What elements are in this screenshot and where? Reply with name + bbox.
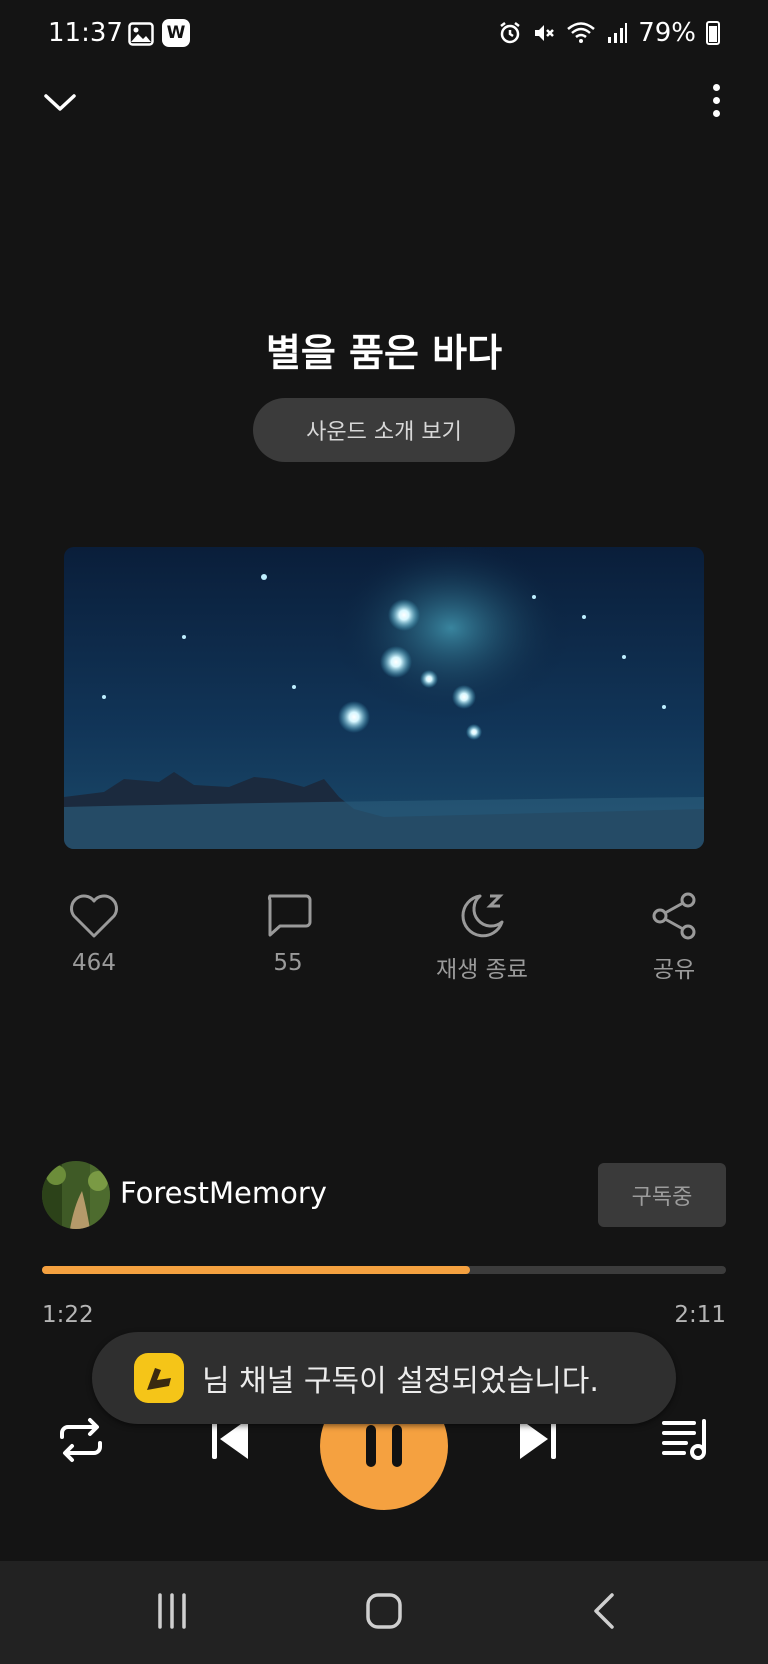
recent-apps-icon[interactable] <box>152 1591 192 1631</box>
repeat-icon[interactable] <box>56 1415 106 1465</box>
system-nav-bar <box>0 1561 768 1664</box>
like-count: 464 <box>72 950 116 976</box>
sleep-timer-label: 재생 종료 <box>436 957 528 983</box>
playlist-icon[interactable] <box>660 1415 712 1463</box>
mute-icon <box>535 25 555 41</box>
like-action[interactable]: 464 <box>24 892 164 976</box>
sleep-timer-icon <box>461 894 504 938</box>
channel-name[interactable]: ForestMemory <box>120 1176 327 1210</box>
sound-intro-button[interactable]: 사운드 소개 보기 <box>253 398 515 462</box>
sleep-timer-action[interactable]: 재생 종료 <box>412 892 552 984</box>
back-icon[interactable] <box>584 1591 624 1631</box>
comment-count: 55 <box>273 950 303 976</box>
sound-title: 별을 품은 바다 <box>265 331 503 375</box>
signal-icon <box>608 23 628 43</box>
app-logo-icon <box>134 1353 184 1403</box>
more-options-icon[interactable] <box>704 84 728 124</box>
progress-fill <box>42 1266 471 1274</box>
current-time: 1:22 <box>42 1302 94 1328</box>
toast-text: 님 채널 구독이 설정되었습니다. <box>202 1364 599 1399</box>
cover-image <box>64 547 704 849</box>
alarm-icon <box>500 22 520 44</box>
channel-avatar[interactable] <box>42 1161 110 1229</box>
status-left-icons: W <box>128 19 190 47</box>
share-icon <box>652 892 696 940</box>
heart-icon <box>70 894 118 938</box>
subscribe-button[interactable]: 구독중 <box>598 1163 726 1227</box>
share-label: 공유 <box>652 957 696 983</box>
home-icon[interactable] <box>364 1591 404 1631</box>
collapse-chevron-icon[interactable] <box>40 82 80 122</box>
status-right: 79% <box>498 18 720 48</box>
status-time: 11:37 <box>48 18 123 48</box>
comment-action[interactable]: 55 <box>218 892 358 976</box>
w-app-icon: W <box>162 19 190 47</box>
share-action[interactable]: 공유 <box>604 892 744 984</box>
comment-icon <box>267 894 312 937</box>
toast-message: 님 채널 구독이 설정되었습니다. <box>92 1332 676 1424</box>
pause-icon <box>366 1425 402 1467</box>
battery-icon <box>706 21 720 45</box>
gallery-icon <box>128 22 154 46</box>
progress-bar[interactable] <box>42 1266 726 1274</box>
total-time: 2:11 <box>674 1302 726 1328</box>
wifi-icon <box>567 22 596 43</box>
battery-percent: 79% <box>638 18 696 48</box>
